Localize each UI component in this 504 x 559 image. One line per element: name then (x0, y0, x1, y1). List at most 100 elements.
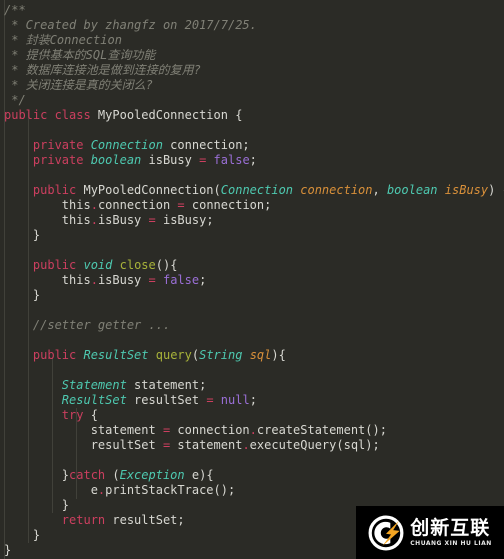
watermark-chinese: 创新互联 (410, 516, 491, 539)
code-line: this.connection = connection; (4, 198, 504, 213)
code-token: /** (4, 3, 26, 17)
code-token: isBusy (444, 183, 489, 197)
code-token: false (213, 153, 250, 167)
code-token: ) { (488, 183, 504, 197)
code-token: . (242, 438, 250, 452)
code-token: } (4, 468, 70, 482)
code-line: this.isBusy = isBusy; (4, 213, 504, 228)
code-token: boolean (386, 183, 438, 197)
code-token: } (4, 288, 41, 302)
code-token: statement; (126, 378, 207, 392)
code-token: = (177, 198, 185, 212)
code-token: isBusy; (155, 213, 214, 227)
code-line: */ (4, 93, 504, 108)
code-line: private boolean isBusy = false; (4, 153, 504, 168)
code-token: return (61, 513, 106, 527)
code-token: ResultSet (61, 393, 127, 407)
code-token: MyPooledConnection (83, 183, 214, 197)
code-line: /** (4, 3, 504, 18)
code-line: }catch (Exception e){ (4, 468, 504, 483)
code-token: public (32, 183, 84, 197)
code-token: ( (213, 183, 221, 197)
code-token: resultSet (126, 393, 207, 407)
code-token: } (4, 528, 41, 542)
code-token: public class (4, 108, 98, 122)
code-line: private Connection connection; (4, 138, 504, 153)
code-editor[interactable]: /** * Created by zhangfz on 2017/7/25. *… (0, 0, 504, 559)
code-token: boolean (90, 153, 142, 167)
code-token: ; (249, 393, 257, 407)
code-token: catch (69, 468, 106, 482)
code-line: * 提供基本的SQL查询功能 (4, 48, 504, 63)
code-token: . (90, 273, 98, 287)
code-token: Connection (90, 138, 163, 152)
code-token: false (162, 273, 200, 287)
code-line: statement = connection.createStatement()… (4, 423, 504, 438)
code-token: close (119, 258, 156, 272)
code-token: } (4, 228, 41, 242)
code-line: public ResultSet query(String sql){ (4, 348, 504, 363)
code-token: . (90, 198, 98, 212)
code-token: , (372, 183, 387, 197)
code-token: } (4, 543, 12, 557)
code-token: isBusy (141, 153, 200, 167)
code-token: isBusy (97, 213, 149, 227)
code-line: e.printStackTrace(); (4, 483, 504, 498)
code-line: try { (4, 408, 504, 423)
code-line: } (4, 228, 504, 243)
code-line: * Created by zhangfz on 2017/7/25. (4, 18, 504, 33)
code-token: * 数据库连接池是做到连接的复用? (4, 63, 201, 77)
code-token: * 关闭连接是真的关闭么? (4, 78, 153, 92)
code-token: e){ (184, 468, 214, 482)
code-token: try (61, 408, 84, 422)
code-token: . (90, 213, 98, 227)
code-token: ( (105, 468, 120, 482)
code-token: = (148, 273, 156, 287)
code-line: resultSet = statement.executeQuery(sql); (4, 438, 504, 453)
code-token: this (4, 213, 91, 227)
code-token: ; (249, 153, 257, 167)
code-token: private (32, 138, 91, 152)
code-token: } (4, 498, 70, 512)
watermark: 创新互联 CHUANG XIN HU LIAN (356, 506, 504, 559)
code-line: * 关闭连接是真的关闭么? (4, 78, 504, 93)
code-token: ){ (271, 348, 286, 362)
code-token: = (148, 213, 156, 227)
code-content[interactable]: /** * Created by zhangfz on 2017/7/25. *… (0, 3, 504, 558)
code-token: { (227, 108, 243, 122)
code-token: sql (249, 348, 272, 362)
code-token: null (220, 393, 250, 407)
code-token: e (4, 483, 98, 497)
code-line: ResultSet resultSet = null; (4, 393, 504, 408)
code-token: executeQuery(sql); (249, 438, 380, 452)
code-token: */ (4, 93, 26, 107)
code-token: connection (97, 198, 178, 212)
code-line: } (4, 288, 504, 303)
code-token: (){ (155, 258, 178, 272)
code-token: this (4, 198, 91, 212)
code-token: Statement (61, 378, 127, 392)
code-token: * 封装Connection (4, 33, 122, 47)
code-line: * 封装Connection (4, 33, 504, 48)
code-token: resultSet; (105, 513, 185, 527)
code-token: printStackTrace(); (105, 483, 236, 497)
code-token: private (32, 153, 91, 167)
code-token: ; (199, 273, 207, 287)
watermark-text: 创新互联 CHUANG XIN HU LIAN (410, 516, 491, 547)
code-line: Statement statement; (4, 378, 504, 393)
